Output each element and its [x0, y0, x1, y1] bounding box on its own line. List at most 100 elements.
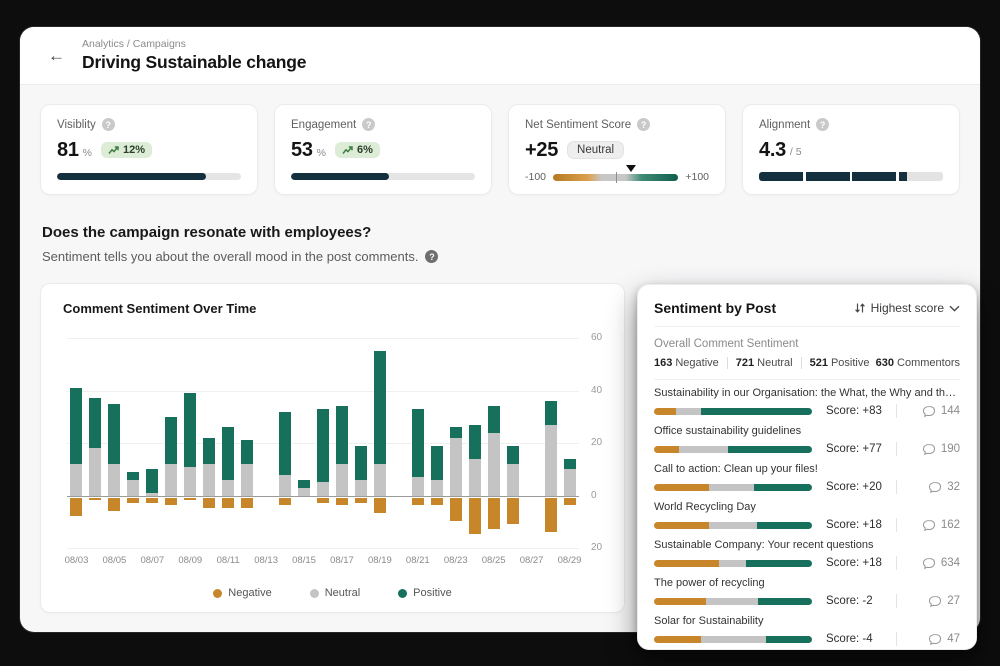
bar-segment[interactable]	[317, 409, 329, 483]
back-arrow-icon[interactable]: ←	[48, 47, 65, 64]
bar-segment[interactable]	[564, 469, 576, 495]
bar-segment[interactable]	[108, 464, 120, 496]
bar-segment[interactable]	[355, 480, 367, 496]
bar-segment[interactable]	[241, 440, 253, 464]
post-row[interactable]: Solar for SustainabilityScore: -447	[654, 608, 960, 646]
bar-segment[interactable]	[488, 498, 500, 530]
bar-segment[interactable]	[450, 438, 462, 496]
bar-segment[interactable]	[336, 406, 348, 464]
help-icon[interactable]: ?	[425, 250, 438, 263]
bar-segment[interactable]	[374, 498, 386, 514]
bar-segment[interactable]	[488, 433, 500, 496]
bar-segment[interactable]	[469, 425, 481, 459]
bar-segment[interactable]	[317, 498, 329, 503]
bar-segment[interactable]	[317, 482, 329, 495]
post-title[interactable]: World Recycling Day	[654, 501, 960, 513]
post-title[interactable]: Call to action: Clean up your files!	[654, 463, 960, 475]
post-comment-count[interactable]: 634	[903, 557, 960, 570]
bar-segment[interactable]	[222, 480, 234, 496]
bar-segment[interactable]	[108, 498, 120, 511]
help-icon[interactable]: ?	[362, 118, 375, 131]
bar-segment[interactable]	[203, 438, 215, 464]
post-title[interactable]: Sustainable Company: Your recent questio…	[654, 539, 960, 551]
bar-segment[interactable]	[146, 493, 158, 496]
bar-segment[interactable]	[450, 427, 462, 438]
bar-segment[interactable]	[545, 401, 557, 425]
help-icon[interactable]: ?	[816, 118, 829, 131]
post-row[interactable]: Office sustainability guidelinesScore: +…	[654, 418, 960, 456]
bar-segment[interactable]	[412, 409, 424, 477]
help-icon[interactable]: ?	[102, 118, 115, 131]
bar-segment[interactable]	[146, 469, 158, 493]
bar-segment[interactable]	[146, 498, 158, 503]
sort-dropdown[interactable]: Highest score	[854, 301, 960, 315]
bar-segment[interactable]	[431, 480, 443, 496]
bar-segment[interactable]	[412, 477, 424, 495]
bar-segment[interactable]	[431, 446, 443, 480]
bar-segment[interactable]	[184, 393, 196, 467]
bar-segment[interactable]	[469, 459, 481, 496]
post-comment-count[interactable]: 162	[903, 519, 960, 532]
bar-segment[interactable]	[507, 446, 519, 464]
bar-segment[interactable]	[355, 446, 367, 480]
bar-segment[interactable]	[222, 427, 234, 480]
bar-segment[interactable]	[336, 498, 348, 506]
bar-segment[interactable]	[279, 498, 291, 506]
bar-segment[interactable]	[298, 488, 310, 496]
bar-segment[interactable]	[165, 464, 177, 496]
bar-segment[interactable]	[89, 398, 101, 448]
bar-segment[interactable]	[564, 459, 576, 470]
bar-segment[interactable]	[507, 498, 519, 524]
bar-segment[interactable]	[545, 498, 557, 532]
bar-segment[interactable]	[127, 480, 139, 496]
post-comment-count[interactable]: 32	[903, 481, 960, 494]
post-comment-count[interactable]: 144	[903, 405, 960, 418]
help-icon[interactable]: ?	[637, 118, 650, 131]
bar-segment[interactable]	[279, 412, 291, 475]
post-row[interactable]: Call to action: Clean up your files!Scor…	[654, 456, 960, 494]
bar-segment[interactable]	[108, 404, 120, 464]
post-row[interactable]: The power of recyclingScore: -227	[654, 570, 960, 608]
bar-segment[interactable]	[127, 472, 139, 480]
bar-segment[interactable]	[488, 406, 500, 432]
bar-segment[interactable]	[127, 498, 139, 503]
post-comment-count[interactable]: 47	[903, 633, 960, 646]
bar-segment[interactable]	[184, 467, 196, 496]
bar-segment[interactable]	[374, 464, 386, 496]
bar-segment[interactable]	[70, 464, 82, 496]
bar-segment[interactable]	[450, 498, 462, 522]
post-row[interactable]: Sustainability in our Organisation: the …	[654, 380, 960, 418]
bar-segment[interactable]	[545, 425, 557, 496]
bar-segment[interactable]	[165, 417, 177, 464]
bar-segment[interactable]	[70, 498, 82, 516]
bar-segment[interactable]	[374, 351, 386, 464]
bar-segment[interactable]	[355, 498, 367, 503]
bar-segment[interactable]	[298, 480, 310, 488]
post-comment-count[interactable]: 190	[903, 443, 960, 456]
bar-segment[interactable]	[70, 388, 82, 464]
bar-segment[interactable]	[431, 498, 443, 506]
breadcrumb[interactable]: Analytics / Campaigns	[82, 38, 306, 50]
bar-segment[interactable]	[89, 498, 101, 501]
bar-segment[interactable]	[507, 464, 519, 496]
bar-segment[interactable]	[469, 498, 481, 535]
bar-segment[interactable]	[412, 498, 424, 506]
bar-segment[interactable]	[165, 498, 177, 506]
bar-segment[interactable]	[222, 498, 234, 509]
bar-segment[interactable]	[564, 498, 576, 506]
bar-segment[interactable]	[184, 498, 196, 501]
post-row[interactable]: World Recycling DayScore: +18162	[654, 494, 960, 532]
bar-segment[interactable]	[89, 448, 101, 495]
bar-segment[interactable]	[241, 498, 253, 509]
post-title[interactable]: The power of recycling	[654, 577, 960, 589]
bar-segment[interactable]	[241, 464, 253, 496]
post-title[interactable]: Solar for Sustainability	[654, 615, 960, 627]
bar-segment[interactable]	[279, 475, 291, 496]
post-title[interactable]: Office sustainability guidelines	[654, 425, 960, 437]
bar-segment[interactable]	[203, 464, 215, 496]
post-comment-count[interactable]: 27	[903, 595, 960, 608]
post-row[interactable]: Sustainable Company: Your recent questio…	[654, 532, 960, 570]
bar-segment[interactable]	[336, 464, 348, 496]
post-title[interactable]: Sustainability in our Organisation: the …	[654, 387, 960, 399]
bar-segment[interactable]	[203, 498, 215, 509]
